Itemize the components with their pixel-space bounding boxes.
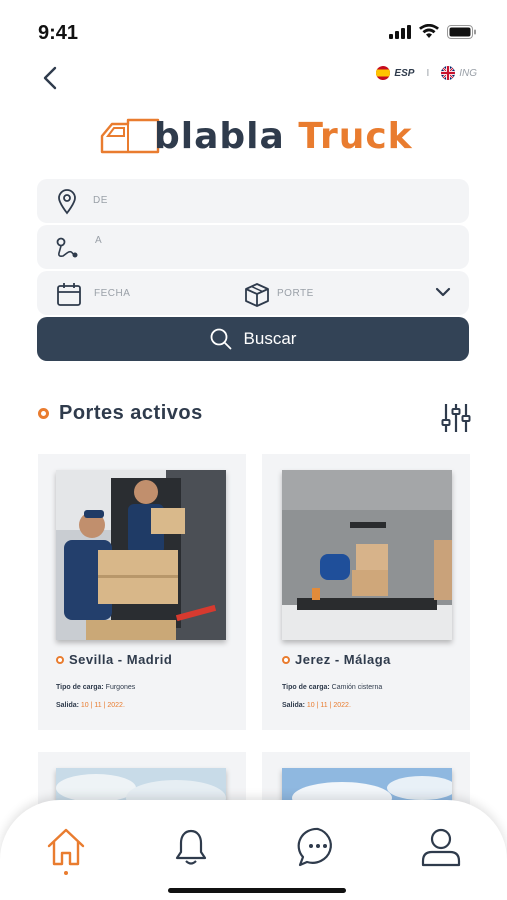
cargo-type-label: Tipo de carga: xyxy=(282,684,330,691)
date-placeholder[interactable]: FECHA xyxy=(94,288,130,299)
profile-icon xyxy=(421,828,461,867)
date-cargo-field: FECHA PORTE xyxy=(37,271,469,315)
chevron-down-icon xyxy=(435,287,451,297)
cargo-dropdown-toggle[interactable] xyxy=(435,285,451,303)
trip-card-photo xyxy=(282,470,452,640)
bell-icon xyxy=(175,829,207,865)
calendar-icon xyxy=(57,283,81,306)
home-indicator xyxy=(168,888,346,893)
status-icons xyxy=(389,24,477,39)
trip-card-bullet xyxy=(56,655,64,664)
from-placeholder: DE xyxy=(93,195,108,206)
language-switch: ESP I ING xyxy=(376,66,477,80)
cargo-type-label: Tipo de carga: xyxy=(56,684,104,691)
route-icon xyxy=(56,237,78,258)
truck-logo-icon xyxy=(100,118,160,154)
active-tab-indicator xyxy=(64,871,68,875)
home-icon xyxy=(47,828,85,866)
status-time: 9:41 xyxy=(38,22,79,44)
section-title: Portes activos xyxy=(59,402,203,424)
section-header: Portes activos xyxy=(38,402,203,425)
trip-card-title: Jerez - Málaga xyxy=(282,652,391,667)
trip-card-bullet xyxy=(282,655,290,664)
cargo-type-value: Furgones xyxy=(105,684,136,691)
to-placeholder: A xyxy=(95,235,103,246)
tab-notifications[interactable] xyxy=(170,826,212,868)
search-icon xyxy=(210,328,231,350)
cargo-placeholder[interactable]: PORTE xyxy=(277,288,314,299)
trip-card-jerez-malaga[interactable]: Jerez - Málaga Tipo de carga: Camión cis… xyxy=(262,454,470,730)
trip-card-cargo: Tipo de carga: Camión cisterna xyxy=(282,684,382,691)
location-pin-icon xyxy=(58,189,76,215)
section-bullet xyxy=(38,408,49,419)
trip-card-departure: Salida: 10 | 11 | 2022. xyxy=(56,702,125,709)
tab-messages[interactable] xyxy=(297,826,339,868)
cargo-type-value: Camión cisterna xyxy=(331,684,383,691)
language-option-esp[interactable]: ESP xyxy=(376,66,414,80)
trip-card-cargo: Tipo de carga: Furgones xyxy=(56,684,135,691)
departure-value: 10 | 11 | 2022. xyxy=(80,702,125,709)
to-field[interactable]: A xyxy=(37,225,469,269)
language-label-ing: ING xyxy=(459,67,477,79)
filter-button[interactable] xyxy=(441,402,471,434)
brand-name: blabla Truck xyxy=(154,116,413,157)
trip-card-sevilla-madrid[interactable]: Sevilla - Madrid Tipo de carga: Furgones… xyxy=(38,454,246,730)
trip-card-departure: Salida: 10 | 11 | 2022. xyxy=(282,702,351,709)
language-label-esp: ESP xyxy=(394,67,415,79)
signal-icon xyxy=(389,24,411,39)
departure-label: Salida: xyxy=(282,702,305,709)
chevron-left-icon xyxy=(43,66,57,90)
departure-value: 10 | 11 | 2022. xyxy=(306,702,351,709)
status-bar: 9:41 xyxy=(0,0,507,56)
bottom-tab-bar xyxy=(0,800,507,900)
trip-card-route: Jerez - Málaga xyxy=(295,652,391,667)
language-option-ing[interactable]: ING xyxy=(441,66,477,80)
departure-label: Salida: xyxy=(56,702,79,709)
from-field[interactable]: DE xyxy=(37,179,469,223)
spain-flag-icon xyxy=(376,66,391,80)
brand-name-part1: blabla xyxy=(154,116,299,157)
trip-card-photo xyxy=(56,470,226,640)
wifi-icon xyxy=(419,24,439,38)
chat-icon xyxy=(297,827,332,867)
uk-flag-icon xyxy=(441,66,456,80)
search-button-label: Buscar xyxy=(243,329,297,348)
back-button[interactable] xyxy=(34,62,66,94)
tab-profile[interactable] xyxy=(420,826,462,868)
brand-logo: blabla Truck xyxy=(98,112,412,160)
search-button[interactable]: Buscar xyxy=(37,317,469,361)
battery-icon xyxy=(447,24,476,39)
language-separator: I xyxy=(426,67,430,79)
trip-card-route: Sevilla - Madrid xyxy=(69,652,173,667)
tab-home[interactable] xyxy=(45,826,87,868)
brand-name-part2: Truck xyxy=(298,116,413,157)
package-icon xyxy=(245,283,269,307)
trip-card-title: Sevilla - Madrid xyxy=(56,652,172,667)
sliders-icon xyxy=(441,404,471,432)
